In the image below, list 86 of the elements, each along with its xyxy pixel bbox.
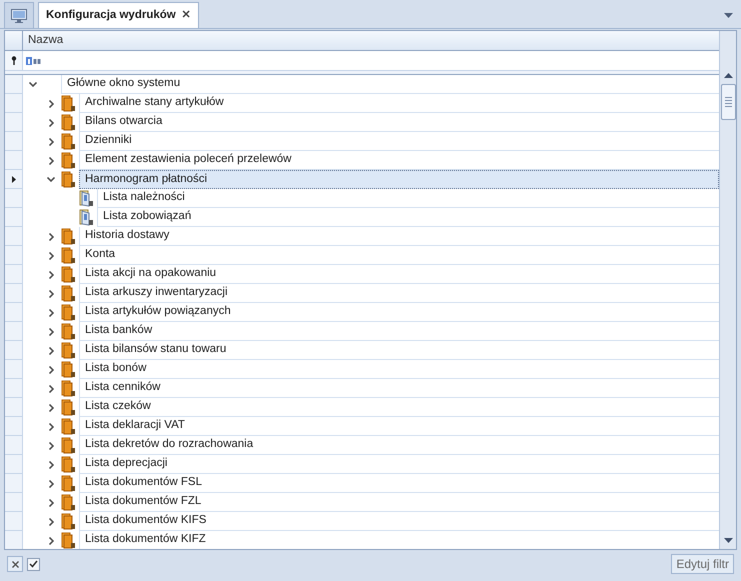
tree-item[interactable]: Lista deklaracji VAT xyxy=(79,417,719,436)
edit-filter-button[interactable]: Edytuj filtr xyxy=(671,554,734,574)
close-icon xyxy=(12,560,18,568)
tree-item[interactable]: Lista arkuszy inwentaryzacji xyxy=(79,284,719,303)
expand-chevron-icon[interactable] xyxy=(48,270,54,278)
tree-item[interactable]: Lista akcji na opakowaniu xyxy=(79,265,719,284)
expand-chevron-icon[interactable] xyxy=(48,404,54,412)
folder-icon xyxy=(61,513,76,530)
scroll-down-arrow-icon[interactable] xyxy=(724,538,732,543)
scroll-thumb[interactable] xyxy=(720,84,736,120)
expand-chevron-icon[interactable] xyxy=(48,100,54,108)
collapse-chevron-icon[interactable] xyxy=(47,177,55,182)
expand-chevron-icon[interactable] xyxy=(48,156,54,164)
folder-icon xyxy=(61,342,76,359)
tree-item[interactable]: Lista dokumentów KIFS xyxy=(79,512,719,531)
text-filter-icon[interactable] xyxy=(26,56,41,64)
folder-icon xyxy=(61,456,76,473)
expand-chevron-icon[interactable] xyxy=(48,422,54,430)
folder-icon xyxy=(61,494,76,511)
scrollbar[interactable] xyxy=(719,31,736,549)
tree-item[interactable]: Konta xyxy=(79,246,719,265)
tree-item[interactable]: Lista banków xyxy=(79,322,719,341)
dropdown-arrow-icon[interactable] xyxy=(724,13,733,18)
expand-chevron-icon[interactable] xyxy=(48,442,54,450)
expand-chevron-icon[interactable] xyxy=(48,384,54,392)
expand-chevron-icon[interactable] xyxy=(48,290,54,298)
folder-icon xyxy=(61,133,76,150)
expand-chevron-icon[interactable] xyxy=(48,518,54,526)
tree-item[interactable]: Lista zobowiązań xyxy=(97,208,719,227)
clear-filter-button[interactable] xyxy=(7,556,23,572)
expand-chevron-icon[interactable] xyxy=(48,366,54,374)
folder-icon xyxy=(61,532,76,549)
folder-icon xyxy=(61,475,76,492)
expand-chevron-icon[interactable] xyxy=(48,138,54,146)
tree-item[interactable]: Główne okno systemu xyxy=(61,75,719,94)
tab[interactable] xyxy=(4,2,34,28)
folder-icon xyxy=(61,171,76,188)
expand-chevron-icon[interactable] xyxy=(48,536,54,544)
tree-item[interactable]: Lista artykułów powiązanych xyxy=(79,303,719,322)
tree-item[interactable]: Lista cenników xyxy=(79,379,719,398)
tree-item[interactable]: Bilans otwarcia xyxy=(79,113,719,132)
folder-icon xyxy=(61,304,76,321)
folder-icon xyxy=(61,114,76,131)
tree-item[interactable]: Harmonogram płatności xyxy=(79,170,719,189)
filter-checkbox[interactable] xyxy=(27,558,40,570)
tree-item[interactable]: Lista bilansów stanu towaru xyxy=(79,341,719,360)
row-indicator[interactable] xyxy=(5,170,23,189)
folder-icon xyxy=(61,285,76,302)
folder-icon xyxy=(61,361,76,378)
expand-chevron-icon[interactable] xyxy=(48,328,54,336)
close-button[interactable]: ✕ xyxy=(182,7,191,24)
collapse-chevron-icon[interactable] xyxy=(29,82,37,87)
tree-item[interactable]: Lista deprecjacji xyxy=(79,455,719,474)
tree-item[interactable]: Lista należności xyxy=(97,189,719,208)
folder-icon xyxy=(61,247,76,264)
expand-chevron-icon[interactable] xyxy=(48,308,54,316)
tree-item[interactable]: Lista dokumentów FSL xyxy=(79,474,719,493)
folder-icon xyxy=(61,437,76,454)
folder-icon xyxy=(61,380,76,397)
tab[interactable]: Konfiguracja wydruków ✕ xyxy=(38,2,199,28)
expand-chevron-icon[interactable] xyxy=(48,252,54,260)
tree-item[interactable]: Lista czeków xyxy=(79,398,719,417)
tree-item[interactable]: Dzienniki xyxy=(79,132,719,151)
folder-icon xyxy=(61,418,76,435)
folder-icon xyxy=(61,152,76,169)
folder-icon xyxy=(61,323,76,340)
tree-item[interactable]: Historia dostawy xyxy=(79,227,719,246)
folder-icon xyxy=(61,228,76,245)
expand-chevron-icon[interactable] xyxy=(48,480,54,488)
pin-icon xyxy=(10,56,16,65)
tree-item[interactable]: Lista dokumentów FZL xyxy=(79,493,719,512)
tree-item[interactable]: Lista dekretów do rozrachowania xyxy=(79,436,719,455)
scroll-up-arrow-icon[interactable] xyxy=(724,73,732,78)
tree-item[interactable]: Lista bonów xyxy=(79,360,719,379)
expand-chevron-icon[interactable] xyxy=(48,498,54,506)
report-icon xyxy=(79,190,94,207)
folder-icon xyxy=(61,399,76,416)
folder-icon xyxy=(61,95,76,112)
expand-chevron-icon[interactable] xyxy=(48,460,54,468)
folder-icon xyxy=(61,266,76,283)
expand-chevron-icon[interactable] xyxy=(48,118,54,126)
tree-item[interactable]: Archiwalne stany artykułów xyxy=(79,94,719,113)
monitor-icon xyxy=(11,8,27,22)
expand-chevron-icon[interactable] xyxy=(48,232,54,240)
report-icon xyxy=(79,209,94,226)
expand-chevron-icon[interactable] xyxy=(48,346,54,354)
